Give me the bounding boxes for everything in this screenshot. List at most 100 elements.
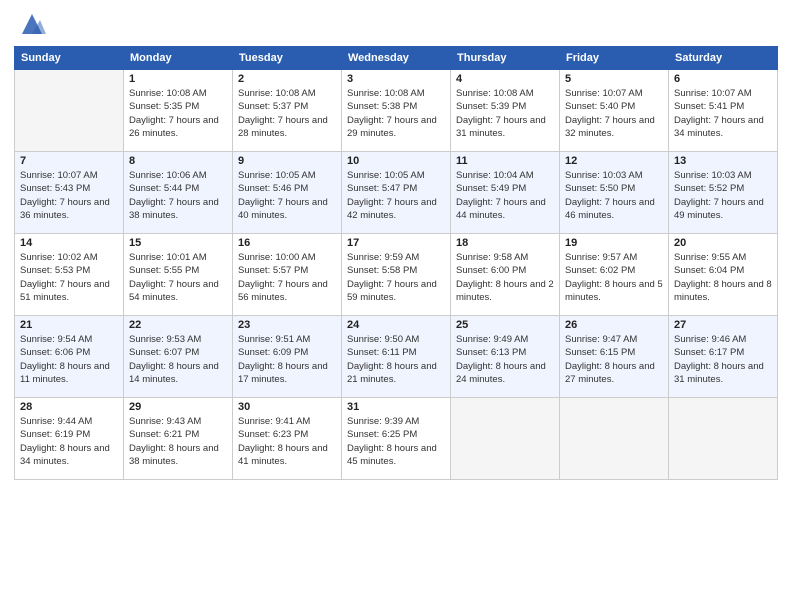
day-info: Sunrise: 9:44 AMSunset: 6:19 PMDaylight:… xyxy=(20,415,118,468)
day-info: Sunrise: 9:57 AMSunset: 6:02 PMDaylight:… xyxy=(565,251,663,304)
calendar-cell: 4 Sunrise: 10:08 AMSunset: 5:39 PMDayligh… xyxy=(451,70,560,152)
calendar-cell: 25Sunrise: 9:49 AMSunset: 6:13 PMDayligh… xyxy=(451,316,560,398)
day-number: 2 xyxy=(238,73,336,85)
calendar-cell: 20Sunrise: 9:55 AMSunset: 6:04 PMDayligh… xyxy=(669,234,778,316)
day-info: Sunrise: 9:51 AMSunset: 6:09 PMDaylight:… xyxy=(238,333,336,386)
day-info: Sunrise: 10:08 AMSunset: 5:39 PMDaylight… xyxy=(456,87,554,140)
day-info: Sunrise: 10:08 AMSunset: 5:35 PMDaylight… xyxy=(129,87,227,140)
day-number: 12 xyxy=(565,155,663,167)
calendar-cell xyxy=(560,398,669,480)
day-info: Sunrise: 10:00 AMSunset: 5:57 PMDaylight… xyxy=(238,251,336,304)
day-info: Sunrise: 10:03 AMSunset: 5:50 PMDaylight… xyxy=(565,169,663,222)
day-info: Sunrise: 9:43 AMSunset: 6:21 PMDaylight:… xyxy=(129,415,227,468)
day-number: 3 xyxy=(347,73,445,85)
calendar-cell: 12 Sunrise: 10:03 AMSunset: 5:50 PMDaylig… xyxy=(560,152,669,234)
calendar-header-saturday: Saturday xyxy=(669,47,778,70)
logo-icon xyxy=(18,10,46,38)
calendar-cell: 27 Sunrise: 9:46 AMSunset: 6:17 PMDayligh… xyxy=(669,316,778,398)
header xyxy=(14,10,778,38)
calendar-cell xyxy=(15,70,124,152)
day-info: Sunrise: 10:01 AMSunset: 5:55 PMDaylight… xyxy=(129,251,227,304)
calendar-cell: 18 Sunrise: 9:58 AMSunset: 6:00 PMDayligh… xyxy=(451,234,560,316)
calendar-header-sunday: Sunday xyxy=(15,47,124,70)
day-number: 16 xyxy=(238,237,336,249)
day-info: Sunrise: 10:06 AMSunset: 5:44 PMDaylight… xyxy=(129,169,227,222)
day-info: Sunrise: 10:05 AMSunset: 5:46 PMDaylight… xyxy=(238,169,336,222)
day-number: 28 xyxy=(20,401,118,413)
day-info: Sunrise: 9:39 AMSunset: 6:25 PMDaylight:… xyxy=(347,415,445,468)
calendar-week-row: 14 Sunrise: 10:02 AMSunset: 5:53 PMDaylig… xyxy=(15,234,778,316)
day-number: 19 xyxy=(565,237,663,249)
day-number: 27 xyxy=(674,319,772,331)
calendar-cell: 19 Sunrise: 9:57 AMSunset: 6:02 PMDayligh… xyxy=(560,234,669,316)
calendar-cell: 26 Sunrise: 9:47 AMSunset: 6:15 PMDayligh… xyxy=(560,316,669,398)
day-info: Sunrise: 10:08 AMSunset: 5:38 PMDaylight… xyxy=(347,87,445,140)
calendar-cell: 24Sunrise: 9:50 AMSunset: 6:11 PMDayligh… xyxy=(342,316,451,398)
day-number: 8 xyxy=(129,155,227,167)
calendar-cell: 9 Sunrise: 10:05 AMSunset: 5:46 PMDayligh… xyxy=(233,152,342,234)
day-number: 30 xyxy=(238,401,336,413)
page: SundayMondayTuesdayWednesdayThursdayFrid… xyxy=(0,0,792,612)
day-number: 25 xyxy=(456,319,554,331)
day-info: Sunrise: 10:08 AMSunset: 5:37 PMDaylight… xyxy=(238,87,336,140)
day-number: 29 xyxy=(129,401,227,413)
day-info: Sunrise: 9:58 AMSunset: 6:00 PMDaylight:… xyxy=(456,251,554,304)
calendar-cell: 2 Sunrise: 10:08 AMSunset: 5:37 PMDayligh… xyxy=(233,70,342,152)
calendar-table: SundayMondayTuesdayWednesdayThursdayFrid… xyxy=(14,46,778,480)
calendar-header-tuesday: Tuesday xyxy=(233,47,342,70)
calendar-week-row: 1Sunrise: 10:08 AMSunset: 5:35 PMDayligh… xyxy=(15,70,778,152)
calendar-cell: 22 Sunrise: 9:53 AMSunset: 6:07 PMDayligh… xyxy=(124,316,233,398)
day-number: 13 xyxy=(674,155,772,167)
calendar-cell: 6 Sunrise: 10:07 AMSunset: 5:41 PMDayligh… xyxy=(669,70,778,152)
calendar-week-row: 28 Sunrise: 9:44 AMSunset: 6:19 PMDayligh… xyxy=(15,398,778,480)
day-number: 6 xyxy=(674,73,772,85)
calendar-cell: 7 Sunrise: 10:07 AMSunset: 5:43 PMDayligh… xyxy=(15,152,124,234)
calendar-week-row: 21Sunrise: 9:54 AMSunset: 6:06 PMDayligh… xyxy=(15,316,778,398)
day-info: Sunrise: 10:04 AMSunset: 5:49 PMDaylight… xyxy=(456,169,554,222)
day-number: 23 xyxy=(238,319,336,331)
day-number: 22 xyxy=(129,319,227,331)
calendar-cell: 16 Sunrise: 10:00 AMSunset: 5:57 PMDaylig… xyxy=(233,234,342,316)
day-number: 15 xyxy=(129,237,227,249)
calendar-cell: 29 Sunrise: 9:43 AMSunset: 6:21 PMDayligh… xyxy=(124,398,233,480)
day-number: 31 xyxy=(347,401,445,413)
day-number: 9 xyxy=(238,155,336,167)
calendar-cell: 21Sunrise: 9:54 AMSunset: 6:06 PMDayligh… xyxy=(15,316,124,398)
calendar-header-wednesday: Wednesday xyxy=(342,47,451,70)
calendar-header-monday: Monday xyxy=(124,47,233,70)
calendar-cell: 15 Sunrise: 10:01 AMSunset: 5:55 PMDaylig… xyxy=(124,234,233,316)
day-number: 14 xyxy=(20,237,118,249)
day-number: 26 xyxy=(565,319,663,331)
day-info: Sunrise: 10:07 AMSunset: 5:43 PMDaylight… xyxy=(20,169,118,222)
calendar-cell: 10 Sunrise: 10:05 AMSunset: 5:47 PMDaylig… xyxy=(342,152,451,234)
calendar-cell: 11 Sunrise: 10:04 AMSunset: 5:49 PMDaylig… xyxy=(451,152,560,234)
day-number: 4 xyxy=(456,73,554,85)
day-number: 5 xyxy=(565,73,663,85)
day-number: 18 xyxy=(456,237,554,249)
day-info: Sunrise: 10:07 AMSunset: 5:40 PMDaylight… xyxy=(565,87,663,140)
calendar-cell: 1Sunrise: 10:08 AMSunset: 5:35 PMDayligh… xyxy=(124,70,233,152)
logo xyxy=(14,10,46,38)
calendar-header-row: SundayMondayTuesdayWednesdayThursdayFrid… xyxy=(15,47,778,70)
calendar-cell: 23 Sunrise: 9:51 AMSunset: 6:09 PMDayligh… xyxy=(233,316,342,398)
day-number: 11 xyxy=(456,155,554,167)
calendar-cell: 3 Sunrise: 10:08 AMSunset: 5:38 PMDayligh… xyxy=(342,70,451,152)
day-number: 10 xyxy=(347,155,445,167)
calendar-cell: 31 Sunrise: 9:39 AMSunset: 6:25 PMDayligh… xyxy=(342,398,451,480)
day-info: Sunrise: 10:02 AMSunset: 5:53 PMDaylight… xyxy=(20,251,118,304)
calendar-header-thursday: Thursday xyxy=(451,47,560,70)
day-number: 7 xyxy=(20,155,118,167)
calendar-week-row: 7 Sunrise: 10:07 AMSunset: 5:43 PMDayligh… xyxy=(15,152,778,234)
day-info: Sunrise: 9:47 AMSunset: 6:15 PMDaylight:… xyxy=(565,333,663,386)
calendar-cell: 28 Sunrise: 9:44 AMSunset: 6:19 PMDayligh… xyxy=(15,398,124,480)
day-info: Sunrise: 10:03 AMSunset: 5:52 PMDaylight… xyxy=(674,169,772,222)
day-info: Sunrise: 9:59 AMSunset: 5:58 PMDaylight:… xyxy=(347,251,445,304)
calendar-cell xyxy=(451,398,560,480)
day-info: Sunrise: 10:05 AMSunset: 5:47 PMDaylight… xyxy=(347,169,445,222)
day-info: Sunrise: 9:46 AMSunset: 6:17 PMDaylight:… xyxy=(674,333,772,386)
day-info: Sunrise: 10:07 AMSunset: 5:41 PMDaylight… xyxy=(674,87,772,140)
calendar-cell xyxy=(669,398,778,480)
day-info: Sunrise: 9:53 AMSunset: 6:07 PMDaylight:… xyxy=(129,333,227,386)
day-number: 20 xyxy=(674,237,772,249)
calendar-header-friday: Friday xyxy=(560,47,669,70)
